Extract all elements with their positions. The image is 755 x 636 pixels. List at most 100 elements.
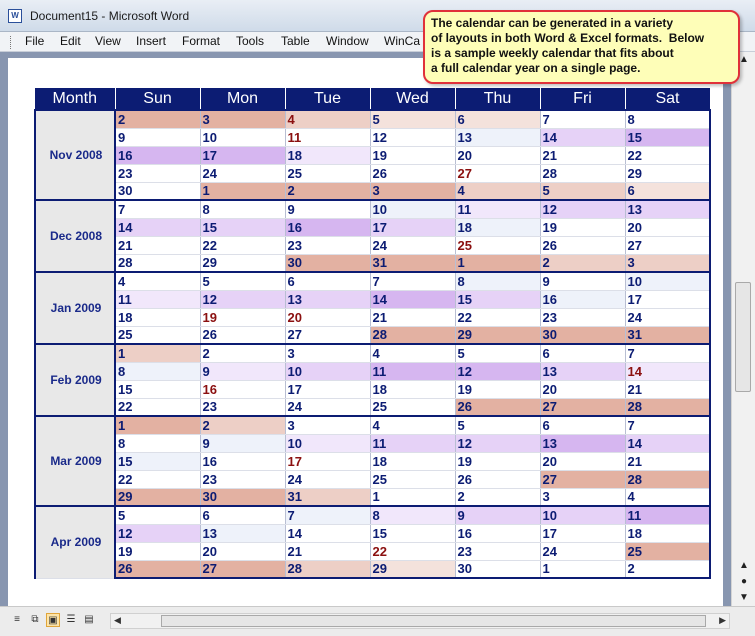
day-cell[interactable]: 22 [115, 398, 201, 417]
day-cell[interactable]: 11 [115, 290, 201, 309]
day-cell[interactable]: 15 [115, 452, 201, 471]
day-cell[interactable]: 9 [455, 505, 541, 525]
day-cell[interactable]: 17 [540, 524, 626, 543]
day-cell[interactable]: 15 [115, 380, 201, 399]
day-cell[interactable]: 2 [455, 488, 541, 507]
web-layout-icon[interactable]: ⧉ [28, 613, 42, 627]
day-cell[interactable]: 31 [285, 488, 371, 507]
day-cell[interactable]: 13 [625, 199, 711, 219]
day-cell[interactable]: 19 [540, 218, 626, 237]
day-cell[interactable]: 27 [285, 326, 371, 345]
day-cell[interactable]: 19 [200, 308, 286, 327]
day-cell[interactable]: 23 [200, 470, 286, 489]
day-cell[interactable]: 18 [455, 218, 541, 237]
day-cell[interactable]: 7 [540, 109, 626, 129]
day-cell[interactable]: 11 [370, 362, 456, 381]
day-cell[interactable]: 16 [200, 380, 286, 399]
next-page-icon[interactable]: ▼ [737, 592, 751, 603]
day-cell[interactable]: 5 [455, 343, 541, 363]
day-cell[interactable]: 5 [115, 505, 201, 525]
day-cell[interactable]: 25 [455, 236, 541, 255]
day-cell[interactable]: 14 [625, 362, 711, 381]
day-cell[interactable]: 2 [625, 560, 711, 579]
day-cell[interactable]: 6 [540, 343, 626, 363]
menu-window[interactable]: Window [326, 34, 369, 48]
day-cell[interactable]: 24 [625, 308, 711, 327]
day-cell[interactable]: 6 [200, 505, 286, 525]
day-cell[interactable]: 12 [370, 128, 456, 147]
day-cell[interactable]: 6 [455, 109, 541, 129]
day-cell[interactable]: 16 [285, 218, 371, 237]
day-cell[interactable]: 21 [625, 380, 711, 399]
vertical-scrollbar[interactable]: ▲ ▲ ● ▼ [731, 52, 755, 606]
day-cell[interactable]: 4 [370, 343, 456, 363]
menu-file[interactable]: File [25, 34, 44, 48]
select-browse-object-icon[interactable]: ● [737, 576, 751, 587]
day-cell[interactable]: 19 [455, 452, 541, 471]
day-cell[interactable]: 23 [285, 236, 371, 255]
horizontal-scrollbar[interactable]: ◀ ▶ [110, 613, 730, 629]
day-cell[interactable]: 12 [540, 199, 626, 219]
day-cell[interactable]: 2 [200, 343, 286, 363]
day-cell[interactable]: 12 [455, 362, 541, 381]
day-cell[interactable]: 1 [455, 254, 541, 273]
day-cell[interactable]: 3 [285, 343, 371, 363]
day-cell[interactable]: 1 [370, 488, 456, 507]
day-cell[interactable]: 13 [540, 434, 626, 453]
day-cell[interactable]: 14 [285, 524, 371, 543]
day-cell[interactable]: 14 [370, 290, 456, 309]
menu-view[interactable]: View [95, 34, 121, 48]
day-cell[interactable]: 10 [540, 505, 626, 525]
day-cell[interactable]: 27 [540, 470, 626, 489]
day-cell[interactable]: 11 [625, 505, 711, 525]
day-cell[interactable]: 23 [200, 398, 286, 417]
day-cell[interactable]: 10 [370, 199, 456, 219]
day-cell[interactable]: 17 [370, 218, 456, 237]
day-cell[interactable]: 23 [455, 542, 541, 561]
day-cell[interactable]: 25 [370, 398, 456, 417]
outline-view-icon[interactable]: ☰ [64, 613, 78, 627]
day-cell[interactable]: 28 [115, 254, 201, 273]
day-cell[interactable]: 25 [115, 326, 201, 345]
day-cell[interactable]: 26 [540, 236, 626, 255]
day-cell[interactable]: 25 [625, 542, 711, 561]
day-cell[interactable]: 20 [540, 452, 626, 471]
day-cell[interactable]: 22 [625, 146, 711, 165]
day-cell[interactable]: 8 [370, 505, 456, 525]
day-cell[interactable]: 9 [200, 362, 286, 381]
day-cell[interactable]: 4 [285, 109, 371, 129]
day-cell[interactable]: 30 [285, 254, 371, 273]
day-cell[interactable]: 5 [200, 271, 286, 291]
day-cell[interactable]: 24 [370, 236, 456, 255]
day-cell[interactable]: 17 [285, 380, 371, 399]
day-cell[interactable]: 28 [370, 326, 456, 345]
horizontal-scroll-thumb[interactable] [161, 615, 706, 627]
day-cell[interactable]: 12 [455, 434, 541, 453]
day-cell[interactable]: 27 [455, 164, 541, 183]
day-cell[interactable]: 2 [285, 182, 371, 201]
vertical-scroll-thumb[interactable] [735, 282, 751, 392]
day-cell[interactable]: 3 [625, 254, 711, 273]
day-cell[interactable]: 22 [455, 308, 541, 327]
day-cell[interactable]: 25 [285, 164, 371, 183]
day-cell[interactable]: 18 [370, 452, 456, 471]
day-cell[interactable]: 15 [200, 218, 286, 237]
day-cell[interactable]: 11 [285, 128, 371, 147]
day-cell[interactable]: 24 [540, 542, 626, 561]
day-cell[interactable]: 7 [370, 271, 456, 291]
day-cell[interactable]: 18 [625, 524, 711, 543]
day-cell[interactable]: 25 [370, 470, 456, 489]
scroll-right-arrow-icon[interactable]: ▶ [719, 615, 726, 626]
day-cell[interactable]: 1 [115, 415, 201, 435]
menu-format[interactable]: Format [182, 34, 220, 48]
day-cell[interactable]: 29 [200, 254, 286, 273]
day-cell[interactable]: 17 [625, 290, 711, 309]
day-cell[interactable]: 3 [540, 488, 626, 507]
day-cell[interactable]: 7 [115, 199, 201, 219]
day-cell[interactable]: 13 [540, 362, 626, 381]
day-cell[interactable]: 9 [200, 434, 286, 453]
day-cell[interactable]: 11 [370, 434, 456, 453]
previous-page-icon[interactable]: ▲ [737, 560, 751, 571]
day-cell[interactable]: 26 [455, 398, 541, 417]
day-cell[interactable]: 18 [115, 308, 201, 327]
